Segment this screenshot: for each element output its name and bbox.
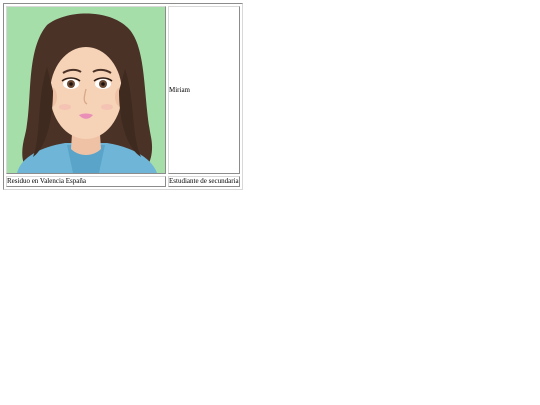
profile-location: Residuo en Valencia España (7, 177, 86, 185)
name-cell: Miriam (168, 6, 240, 174)
location-cell: Residuo en Valencia España (6, 176, 166, 187)
occupation-cell: Estudiante de secundaria (168, 176, 240, 187)
avatar-cartoon-girl-icon (7, 7, 165, 173)
profile-row-bottom: Residuo en Valencia España Estudiante de… (6, 176, 240, 187)
profile-occupation: Estudiante de secundaria (169, 177, 239, 185)
profile-table: Miriam Residuo en Valencia España Estudi… (3, 3, 243, 190)
profile-row-top: Miriam (6, 6, 240, 174)
profile-name: Miriam (169, 85, 190, 94)
avatar-cell (6, 6, 166, 174)
